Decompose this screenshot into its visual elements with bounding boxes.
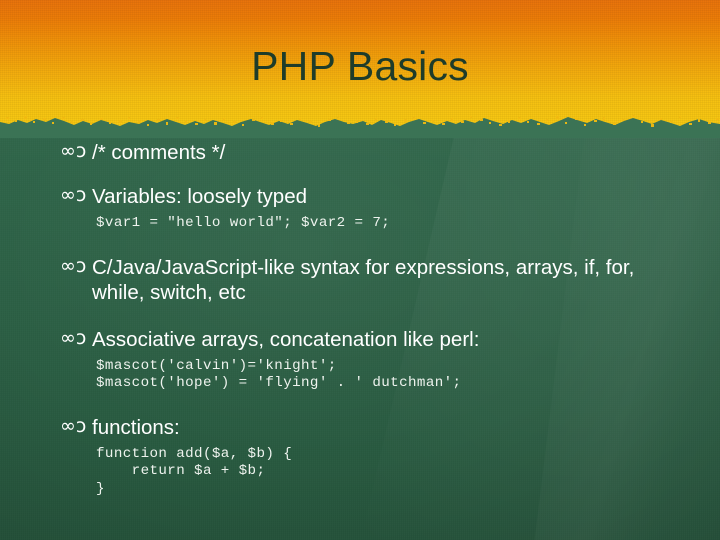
bullet-flourish-icon: ∞ɔ	[60, 326, 87, 349]
code-line-assoc-2: $mascot('hope') = 'flying' . ' dutchman'…	[96, 375, 462, 392]
code-line-variables-1: $var1 = "hello world"; $var2 = 7;	[96, 215, 391, 231]
code-line-assoc-1: $mascot('calvin')='knight';	[96, 357, 337, 374]
bullet-flourish-icon: ∞ɔ	[60, 414, 87, 437]
bullet-item-comments: ∞ɔ /* comments */	[60, 140, 672, 165]
code-line-functions-2: return $a + $b;	[96, 463, 266, 480]
bullet-label-functions: functions:	[92, 415, 180, 439]
bullet-flourish-icon: ∞ɔ	[60, 140, 87, 162]
bullet-flourish-icon: ∞ɔ	[60, 254, 87, 277]
presentation-slide: PHP Basics ∞ɔ /* comments */ ∞ɔ Variable…	[0, 0, 720, 540]
bullet-item-assoc-arrays: ∞ɔ Associative arrays, concatenation lik…	[60, 327, 672, 352]
slide-body-content: ∞ɔ /* comments */ ∞ɔ Variables: loosely …	[60, 140, 672, 499]
bullet-label-comments: /* comments */	[92, 141, 226, 164]
slide-title: PHP Basics	[251, 43, 469, 89]
bullet-item-variables: ∞ɔ Variables: loosely typed	[60, 184, 672, 209]
bullet-label-assoc-arrays: Associative arrays, concatenation like p…	[92, 327, 480, 351]
bullet-label-syntax: C/Java/JavaScript-like syntax for expres…	[92, 255, 635, 304]
bullet-item-syntax: ∞ɔ C/Java/JavaScript-like syntax for exp…	[60, 255, 672, 305]
bullet-flourish-icon: ∞ɔ	[60, 184, 87, 206]
bullet-label-variables: Variables: loosely typed	[92, 185, 307, 208]
bullet-item-functions: ∞ɔ functions:	[60, 415, 672, 440]
code-line-functions-1: function add($a, $b) {	[96, 445, 293, 462]
code-line-functions-3: }	[96, 480, 105, 497]
